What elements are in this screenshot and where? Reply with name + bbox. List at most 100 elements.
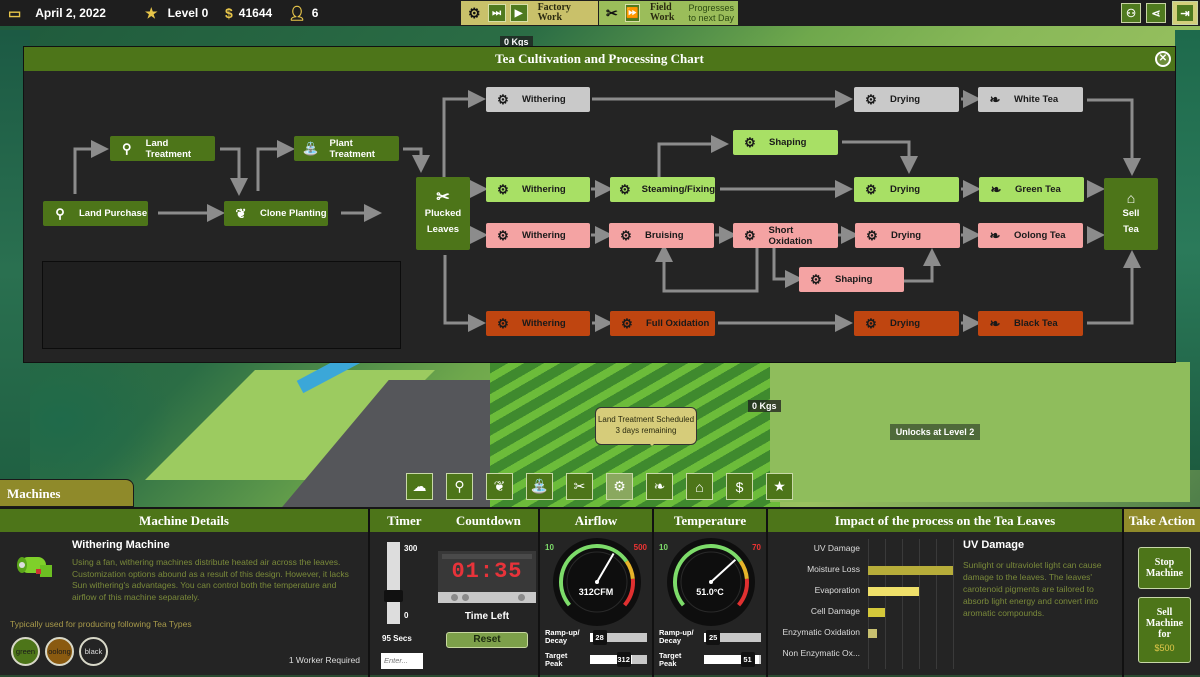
node-oolong-tea[interactable]: ❧ Oolong Tea: [978, 223, 1083, 248]
sprout-icon: ❦: [235, 205, 247, 221]
impact-row-label[interactable]: Moisture Loss: [768, 564, 860, 574]
impact-selected-title: UV Damage: [963, 539, 1025, 551]
tool-house[interactable]: ⌂: [686, 473, 713, 500]
node-black-drying[interactable]: ⚙ Drying: [854, 311, 959, 336]
timer-title: Timer: [387, 513, 422, 528]
temperature-peak-knob[interactable]: 51: [740, 652, 755, 667]
workers-required: 1 Worker Required: [288, 655, 360, 665]
node-oolong-bruising[interactable]: ⚙ Bruising: [609, 223, 714, 248]
airflow-peak-label: Target Peak: [545, 651, 568, 668]
tea-type-green: green: [11, 637, 40, 666]
play-button[interactable]: ▶: [509, 4, 528, 22]
temperature-peak-slider[interactable]: 51: [704, 652, 761, 667]
node-black-tea[interactable]: ❧ Black Tea: [978, 311, 1083, 336]
plucking-icon: ✂: [606, 4, 618, 21]
reset-button[interactable]: Reset: [446, 632, 528, 648]
field-work-note: Progresses to next Day: [688, 3, 734, 23]
node-plucked-leaves[interactable]: ✂ Plucked Leaves: [416, 177, 470, 250]
locked-field[interactable]: [770, 362, 1190, 502]
node-white-tea[interactable]: ❧ White Tea: [978, 87, 1083, 112]
tool-tea-types[interactable]: ❧: [646, 473, 673, 500]
node-green-drying[interactable]: ⚙ Drying: [854, 177, 959, 202]
gears-icon: ⚙: [865, 315, 877, 331]
node-sell-tea[interactable]: ⌂ Sell Tea: [1104, 178, 1158, 250]
gears-icon: ⚙: [865, 181, 877, 197]
node-land-purchase[interactable]: ⚲ Land Purchase: [43, 201, 148, 226]
workers-button[interactable]: ⚇: [1121, 3, 1141, 23]
timer-slider-thumb[interactable]: [384, 589, 403, 602]
gears-icon: ⚙: [613, 478, 626, 494]
date-text: April 2, 2022: [35, 6, 106, 20]
node-green-steaming[interactable]: ⚙ Steaming/Fixing: [610, 177, 715, 202]
sell-chart-icon: $: [735, 478, 744, 495]
gears-icon: ⚙: [497, 181, 509, 197]
arrow: [220, 147, 248, 196]
tool-land[interactable]: ⚲: [446, 473, 473, 500]
airflow-ramp-knob[interactable]: 28: [592, 630, 607, 645]
leaves-icon: ❧: [990, 181, 1002, 197]
airflow-ramp-label: Ramp-up/Decay: [545, 628, 580, 645]
stop-machine-button[interactable]: Stop Machine: [1138, 547, 1191, 589]
node-land-treatment[interactable]: ⚲ Land Treatment: [110, 136, 215, 161]
money-text: 41644: [238, 6, 273, 20]
temperature-ramp-knob[interactable]: 25: [706, 630, 721, 645]
node-white-withering[interactable]: ⚙ Withering: [486, 87, 590, 112]
countdown-display: 01:35: [438, 551, 536, 603]
impact-bar: [868, 608, 885, 617]
node-black-full-oxidation[interactable]: ⚙ Full Oxidation: [610, 311, 715, 336]
node-green-shaping[interactable]: ⚙ Shaping: [733, 130, 838, 155]
step-forward-button[interactable]: ⏭: [487, 4, 506, 22]
badge-icon: ★: [773, 478, 786, 494]
leaves-icon: ❧: [989, 91, 1001, 107]
impact-header: Impact of the process on the Tea Leaves: [768, 509, 1122, 532]
node-oolong-shaping[interactable]: ⚙ Shaping: [799, 267, 904, 292]
calendar-icon: ▭: [8, 4, 22, 21]
factory-work-label: Factory Work: [537, 2, 571, 23]
timer-input[interactable]: [381, 653, 423, 669]
tool-achievements[interactable]: ★: [766, 473, 793, 500]
airflow-value: 312CFM: [578, 587, 614, 597]
node-black-withering[interactable]: ⚙ Withering: [486, 311, 590, 336]
node-green-withering[interactable]: ⚙ Withering: [486, 177, 590, 202]
tool-planting[interactable]: ❦: [486, 473, 513, 500]
impact-row-label[interactable]: Cell Damage: [768, 606, 860, 616]
sell-machine-button[interactable]: Sell Machine for $500: [1138, 597, 1191, 663]
impact-row-label[interactable]: Non Enzymatic Ox...: [768, 648, 860, 658]
machines-tab[interactable]: Machines: [0, 479, 134, 507]
node-oolong-short-oxidation[interactable]: ⚙ Short Oxidation: [733, 223, 838, 248]
impact-row-label[interactable]: Enzymatic Oxidation: [768, 627, 860, 637]
countdown-title: Countdown: [455, 513, 521, 528]
node-white-drying[interactable]: ⚙ Drying: [854, 87, 959, 112]
arrow: [655, 244, 759, 293]
tool-weather[interactable]: ☁: [406, 473, 433, 500]
arrow: [442, 90, 486, 177]
machine-details-section: Machine Details Withering Machine Using …: [0, 509, 370, 677]
tea-process-chart-window: Tea Cultivation and Processing Chart ✕ ⚲…: [23, 46, 1176, 363]
tool-plucking[interactable]: ✂: [566, 473, 593, 500]
factory-work-controls: ⚙ ⏭ ▶ Factory Work: [461, 1, 598, 25]
impact-row-label[interactable]: UV Damage: [768, 543, 860, 553]
airflow-peak-knob[interactable]: 312: [616, 652, 631, 667]
node-clone-planting[interactable]: ❦ Clone Planting: [224, 201, 328, 226]
node-oolong-drying[interactable]: ⚙ Drying: [855, 223, 960, 248]
node-oolong-withering[interactable]: ⚙ Withering: [486, 223, 590, 248]
tool-machines[interactable]: ⚙: [606, 473, 633, 500]
airflow-ramp-slider[interactable]: 28: [590, 630, 647, 645]
tool-plant-treatment[interactable]: ⛲: [526, 473, 553, 500]
timer-slider[interactable]: [384, 542, 403, 624]
tool-sell[interactable]: $: [726, 473, 753, 500]
node-green-tea[interactable]: ❧ Green Tea: [979, 177, 1084, 202]
machine-name: Withering Machine: [72, 539, 170, 551]
timer-value-label: 95 Secs: [382, 634, 412, 643]
airflow-header: Airflow: [540, 509, 652, 532]
exit-button[interactable]: ⇥: [1172, 1, 1198, 25]
gears-icon: ⚙: [620, 227, 632, 243]
node-plant-treatment[interactable]: ⛲ Plant Treatment: [294, 136, 399, 161]
share-button[interactable]: ⋖: [1146, 3, 1166, 23]
level-text: Level 0: [167, 6, 209, 20]
impact-row-label[interactable]: Evaporation: [768, 585, 860, 595]
temperature-ramp-slider[interactable]: 25: [704, 630, 761, 645]
fast-forward-button[interactable]: ⏩: [624, 4, 641, 22]
airflow-peak-slider[interactable]: 312: [590, 652, 647, 667]
leaves-icon: ❧: [653, 478, 666, 494]
